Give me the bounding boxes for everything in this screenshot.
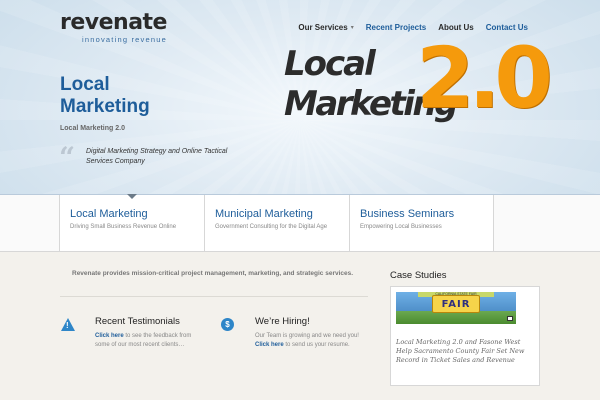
logo-wordmark: revenate [60, 10, 167, 35]
feature-local-marketing[interactable]: Local Marketing Driving Small Business R… [60, 195, 205, 251]
big-logo-number: 2.0 [416, 29, 553, 127]
strip-spacer-left [0, 195, 60, 251]
site-logo[interactable]: revenate innovating revenue [60, 10, 167, 45]
local-marketing-logo: Local Marketing 2.0 [284, 36, 553, 134]
dollar-icon: $ [221, 318, 235, 332]
feature-municipal-marketing[interactable]: Municipal Marketing Government Consultin… [205, 195, 350, 251]
case-study-image[interactable]: CALIFORNIA STATE FAIR FAIR [396, 292, 516, 324]
testimonials-link[interactable]: Click here [95, 333, 124, 339]
feature-title: Local Marketing [70, 208, 148, 220]
hiring-body-before: Our Team is growing and we need you! [255, 333, 359, 339]
warning-icon: ! [61, 318, 75, 332]
big-logo-local: Local [284, 44, 376, 84]
hero-quote: Digital Marketing Strategy and Online Ta… [86, 148, 228, 165]
testimonials-title: Recent Testimonials [95, 316, 180, 327]
nav-our-services[interactable]: Our Services ▾ [292, 23, 359, 32]
hero-title: Local Marketing [60, 74, 150, 118]
feature-desc: Driving Small Business Revenue Online [70, 224, 177, 230]
testimonials-text: Click here to see the feedback from some… [95, 332, 207, 350]
hiring-body: to send us your resume. [283, 342, 350, 348]
hiring-link[interactable]: Click here [255, 342, 284, 348]
feature-business-seminars[interactable]: Business Seminars Empowering Local Busin… [350, 195, 494, 251]
quote-icon: “ [59, 141, 76, 174]
case-studies-title: Case Studies [390, 270, 447, 281]
feature-title: Business Seminars [360, 208, 455, 220]
hero-title-line2: Marketing [60, 96, 150, 117]
hiring-text: Our Team is growing and we need you! Cli… [255, 332, 367, 350]
badge-icon [507, 316, 513, 321]
intro-text: Revenate provides mission-critical proje… [72, 270, 354, 277]
nav-label: Our Services [298, 23, 348, 32]
fair-sign: FAIR [432, 295, 480, 313]
hiring-title: We’re Hiring! [255, 316, 310, 327]
logo-tagline: innovating revenue [82, 35, 167, 44]
feature-strip: Local Marketing Driving Small Business R… [0, 194, 600, 252]
hero-title-line1: Local [60, 74, 110, 95]
chevron-down-icon: ▾ [350, 25, 354, 31]
strip-spacer-right [494, 195, 600, 251]
hero-banner: revenate innovating revenue Our Services… [0, 0, 600, 195]
case-study-card[interactable]: CALIFORNIA STATE FAIR FAIR Local Marketi… [390, 286, 540, 386]
feature-title: Municipal Marketing [215, 208, 313, 220]
hero-subtitle: Local Marketing 2.0 [60, 125, 125, 132]
case-study-text[interactable]: Local Marketing 2.0 and Fasone West Help… [396, 338, 536, 365]
feature-desc: Empowering Local Businesses [360, 224, 442, 230]
feature-desc: Government Consulting for the Digital Ag… [215, 224, 328, 230]
divider [60, 296, 368, 297]
